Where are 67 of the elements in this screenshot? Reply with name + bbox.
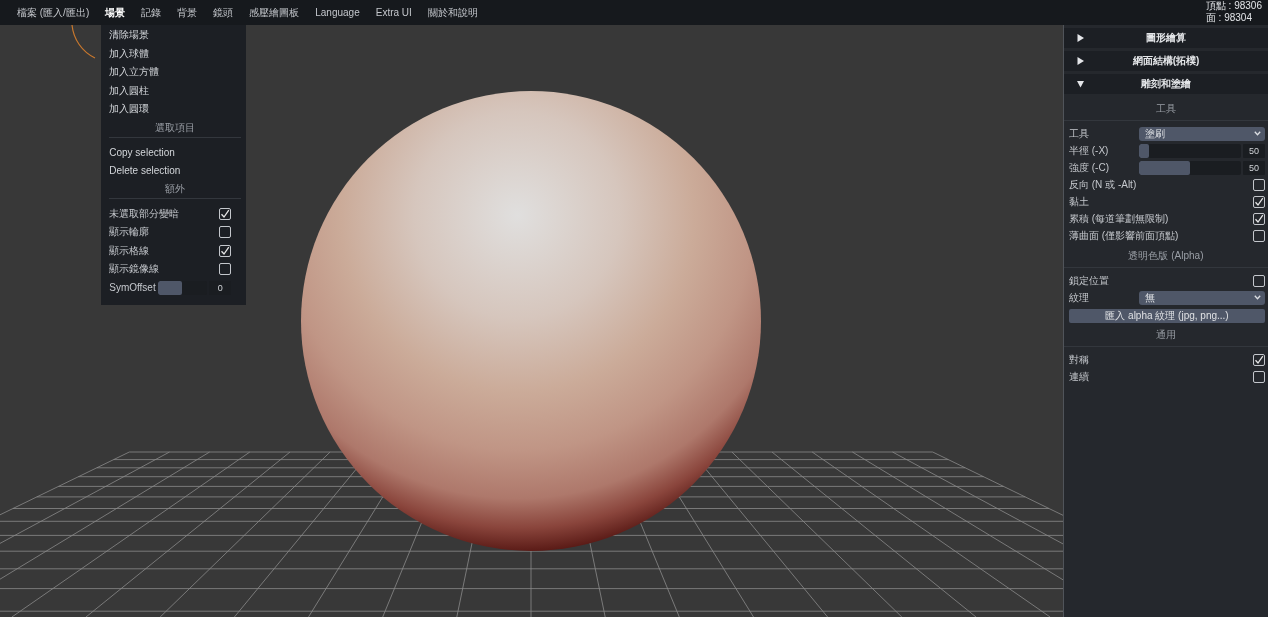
option-label: 顯示格線 [109, 243, 150, 258]
dropdown-select[interactable]: 無 [1139, 290, 1265, 305]
menu-bar-item[interactable]: 背景 [169, 0, 206, 25]
checkbox[interactable] [219, 244, 232, 257]
checkbox[interactable] [1253, 212, 1265, 225]
option-label: 顯示輪廓 [109, 225, 150, 240]
checkbox[interactable] [1253, 274, 1265, 287]
slider-track[interactable] [1139, 160, 1241, 175]
section-header: 透明色版 (Alpha) [1128, 248, 1204, 263]
option-label: 強度 (-C) [1069, 160, 1110, 175]
value-field[interactable]: 50 [1243, 160, 1265, 175]
menu-item[interactable]: 加入球體 [109, 44, 232, 63]
folder-header[interactable]: 雕刻和塗繪 [1064, 74, 1268, 94]
checkbox[interactable] [1253, 229, 1265, 242]
chevron-down-icon [1254, 295, 1261, 300]
value-field[interactable]: 50 [1243, 143, 1265, 158]
menu-item[interactable]: 加入圓柱 [109, 81, 232, 100]
option-label: 未選取部分變暗 [109, 206, 180, 221]
option-label: 鎖定位置 [1069, 273, 1109, 288]
folder-header[interactable]: 網面結構(拓樸) [1064, 51, 1268, 71]
menu-bar-item[interactable]: 感壓繪圖板 [241, 0, 308, 25]
stat-text: 面 : 98304 [1205, 11, 1253, 23]
checkbox[interactable] [219, 226, 232, 239]
option-label: 工具 [1069, 126, 1090, 141]
option-label: 顯示鏡像線 [109, 262, 160, 277]
menu-item[interactable]: Copy selection [109, 143, 232, 162]
menu-bar-item[interactable]: Language [307, 0, 368, 25]
checkbox[interactable] [219, 207, 232, 220]
checkbox[interactable] [1253, 178, 1265, 191]
option-label: 黏土 [1069, 194, 1089, 209]
section-header: 工具 [1156, 101, 1176, 116]
option-label: 薄曲面 (僅影響前面頂點) [1069, 228, 1179, 243]
brush-cursor-ring [71, 25, 96, 59]
triangle-down-icon [1076, 80, 1084, 88]
option-label: 半徑 (-X) [1069, 143, 1110, 158]
viewport-canvas[interactable] [0, 25, 1063, 617]
option-label: 紋理 [1069, 290, 1090, 305]
folder-header[interactable]: 圖形繪算 [1064, 28, 1268, 48]
menu-item[interactable]: 加入立方體 [109, 63, 232, 82]
triangle-right-icon [1076, 57, 1084, 65]
menu-item[interactable]: Delete selection [109, 161, 232, 180]
chevron-down-icon [1254, 131, 1261, 136]
option-label: 對稱 [1069, 352, 1089, 367]
menu-bar-item[interactable]: 場景 [97, 0, 134, 25]
menu-bar-item[interactable]: 記錄 [133, 0, 170, 25]
checkbox[interactable] [1253, 195, 1265, 208]
option-label: 累積 (每道筆劃無限制) [1069, 211, 1169, 226]
option-label: 連續 [1069, 369, 1089, 384]
import-button[interactable]: 匯入 alpha 紋理 (jpg, png...) [1069, 309, 1265, 323]
menu-bar-item[interactable]: Extra UI [367, 0, 420, 25]
menu-item[interactable]: 加入圓環 [109, 100, 232, 119]
section-header: 選取項目 [155, 120, 196, 135]
triangle-right-icon [1076, 34, 1084, 42]
section-header: 通用 [1156, 327, 1176, 342]
checkbox[interactable] [219, 263, 232, 276]
slider-track[interactable] [1139, 143, 1241, 158]
checkbox[interactable] [1253, 370, 1265, 383]
menu-bar-item[interactable]: 檔案 (匯入/匯出) [9, 0, 98, 25]
dropdown-select[interactable]: 塗刷 [1139, 126, 1265, 141]
option-label: 反向 (N 或 -Alt) [1069, 177, 1137, 192]
menu-bar-item[interactable]: 鏡頭 [205, 0, 242, 25]
section-header: 額外 [165, 182, 186, 196]
option-label: SymOffset [109, 282, 156, 294]
menu-item[interactable]: 清除場景 [109, 26, 232, 45]
menu-bar-item[interactable]: 關於和說明 [419, 0, 486, 25]
stat-text: 頂點 : 98306 [1205, 0, 1262, 12]
checkbox[interactable] [1253, 353, 1265, 366]
